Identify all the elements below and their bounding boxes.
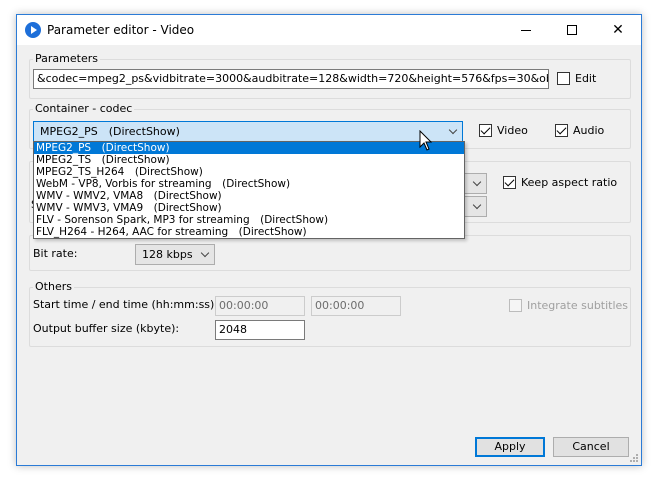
time-label: Start time / end time (hh:mm:ss): (33, 298, 219, 311)
bitrate-select[interactable]: 128 kbps (135, 244, 215, 265)
audio-group (29, 235, 631, 271)
video-checkbox-box[interactable] (479, 123, 492, 137)
maximize-button[interactable] (549, 15, 595, 45)
chevron-down-icon (200, 248, 210, 258)
edit-label: Edit (575, 71, 597, 85)
chevron-down-icon (472, 200, 482, 210)
dropdown-option[interactable]: WebM - VP8, Vorbis for streaming (Direct… (34, 178, 464, 190)
end-time-input[interactable]: 00:00:00 (311, 296, 401, 316)
audio-checkbox-box[interactable] (555, 123, 568, 137)
buffer-label: Output buffer size (kbyte): (33, 322, 180, 335)
close-button[interactable]: ✕ (595, 15, 641, 45)
dropdown-option[interactable]: WMV - WMV2, VMA8 (DirectShow) (34, 190, 464, 202)
parameters-input[interactable]: &codec=mpeg2_ps&vidbitrate=3000&audbitra… (33, 69, 549, 89)
container-codec-selected: MPEG2_PS (DirectShow) (40, 125, 180, 138)
chevron-down-icon (448, 125, 458, 135)
dropdown-option[interactable]: MPEG2_TS_H264 (DirectShow) (34, 166, 464, 178)
cancel-button[interactable]: Cancel (553, 437, 629, 457)
window-title: Parameter editor - Video (47, 23, 195, 37)
dropdown-option[interactable]: WMV - WMV3, VMA9 (DirectShow) (34, 202, 464, 214)
parameter-editor-window: Parameter editor - Video ✕ Parameters &c… (16, 14, 642, 466)
dropdown-option[interactable]: MPEG2_TS (DirectShow) (34, 154, 464, 166)
apply-button[interactable]: Apply (475, 437, 545, 457)
dropdown-option[interactable]: FLV - Sorenson Spark, MP3 for streaming … (34, 214, 464, 226)
keep-aspect-checkbox[interactable]: Keep aspect ratio (503, 175, 617, 191)
integrate-subtitles-label: Integrate subtitles (527, 298, 629, 312)
mouse-pointer-icon (419, 130, 433, 151)
audio-label: Audio (573, 123, 605, 137)
dropdown-option[interactable]: FLV_H264 - H264, AAC for streaming (Dire… (34, 226, 464, 238)
close-icon: ✕ (612, 22, 624, 38)
start-time-input[interactable]: 00:00:00 (215, 296, 305, 316)
minimize-button[interactable] (503, 15, 549, 45)
maximize-icon (567, 25, 577, 35)
container-codec-legend: Container - codec (33, 102, 135, 115)
title-bar[interactable]: Parameter editor - Video ✕ (17, 15, 641, 45)
container-codec-dropdown[interactable]: MPEG2_PS (DirectShow) MPEG2_TS (DirectSh… (33, 141, 465, 239)
keep-aspect-checkbox-box[interactable] (503, 175, 516, 189)
resize-grip-icon[interactable] (629, 453, 639, 463)
dropdown-option[interactable]: MPEG2_PS (DirectShow) (34, 142, 464, 154)
video-checkbox[interactable]: Video (479, 123, 528, 139)
parameters-legend: Parameters (33, 52, 100, 65)
bitrate-label: Bit rate: (33, 247, 78, 260)
chevron-down-icon (472, 177, 482, 187)
play-icon (25, 22, 41, 38)
others-legend: Others (33, 280, 74, 293)
container-codec-select[interactable]: MPEG2_PS (DirectShow) (33, 121, 463, 142)
integrate-subtitles-box[interactable] (509, 298, 522, 312)
keep-aspect-label: Keep aspect ratio (521, 175, 618, 189)
bitrate-selected: 128 kbps (142, 248, 193, 261)
edit-checkbox-box[interactable] (557, 71, 570, 85)
minimize-icon (521, 29, 531, 31)
buffer-size-input[interactable]: 2048 (215, 320, 305, 340)
video-label: Video (497, 123, 528, 137)
integrate-subtitles-checkbox[interactable]: Integrate subtitles (509, 298, 628, 314)
edit-checkbox[interactable]: Edit (557, 71, 596, 87)
audio-checkbox[interactable]: Audio (555, 123, 604, 139)
